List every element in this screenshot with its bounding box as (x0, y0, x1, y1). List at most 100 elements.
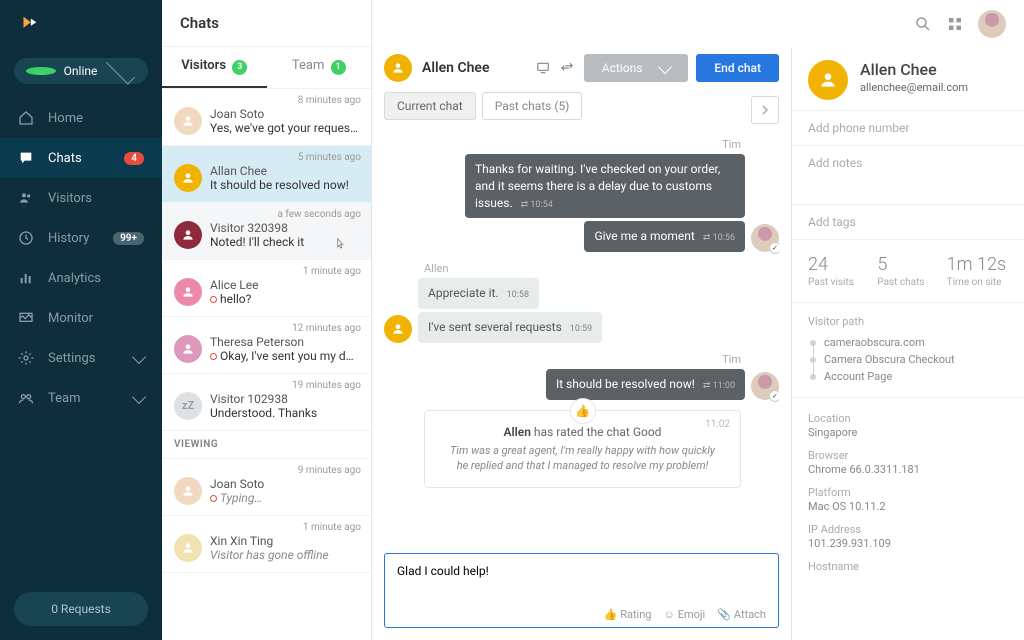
tab-team-count: 1 (331, 60, 346, 75)
attach-tool[interactable]: 📎 Attach (717, 608, 766, 621)
nav-home[interactable]: Home (0, 98, 162, 138)
agent-avatar: ✓ (751, 224, 779, 252)
chat-list-item[interactable]: 5 minutes agoAllan CheeIt should be reso… (162, 146, 371, 203)
apps-icon[interactable] (946, 15, 964, 33)
end-chat-button[interactable]: End chat (696, 54, 779, 82)
chevron-down-icon (106, 55, 135, 84)
tab-visitors-label: Visitors (181, 58, 226, 73)
phone-input[interactable]: Add phone number (792, 110, 1024, 145)
messages: TimThanks for waiting. I've checked on y… (384, 134, 779, 545)
nav-visitors[interactable]: Visitors (0, 178, 162, 218)
agent-avatar: ✓ (751, 372, 779, 400)
detail-row: PlatformMac OS 10.11.2 (808, 486, 1008, 513)
visitors-icon (18, 190, 34, 206)
chat-time: 5 minutes ago (298, 152, 361, 163)
tab-team[interactable]: Team 1 (267, 47, 372, 88)
analytics-icon (18, 270, 34, 286)
sidebar: Online HomeChats4 Visitors History99+ Analy… (0, 0, 162, 640)
stat: 5Past chats (877, 254, 938, 288)
message-time: 10:58 (507, 290, 529, 300)
detail-row: LocationSingapore (808, 412, 1008, 439)
chat-time: 1 minute ago (303, 522, 361, 533)
search-icon[interactable] (914, 15, 932, 33)
detail-key: Platform (808, 486, 1008, 499)
chat-list-item[interactable]: 19 minutes agozZVisitor 102938Understood… (162, 374, 371, 431)
chat-list: 8 minutes agoJoan SotoYes, we've got you… (162, 89, 371, 640)
detail-key: IP Address (808, 523, 1008, 536)
message-composer[interactable]: 👍 Rating ☺ Emoji 📎 Attach (384, 553, 779, 628)
chat-preview: Yes, we've got your request an… (210, 121, 359, 135)
emoji-tool[interactable]: ☺ Emoji (663, 608, 705, 621)
chat-tabs: Visitors 3 Team 1 (162, 47, 371, 89)
logo[interactable] (0, 0, 162, 50)
chat-preview: Okay, I've sent you my detai… (210, 349, 359, 363)
chevron-down-icon (132, 349, 146, 363)
status-selector[interactable]: Online (14, 58, 148, 84)
nav-monitor[interactable]: Monitor (0, 298, 162, 338)
nav-badge: 99+ (113, 232, 144, 245)
nav-history[interactable]: History99+ (0, 218, 162, 258)
rating-body: Tim was a great agent, I'm really happy … (443, 443, 722, 474)
expand-panel-button[interactable] (751, 96, 779, 124)
nav-label: Analytics (48, 271, 144, 286)
chat-name: Theresa Peterson (210, 335, 359, 349)
profile-avatar[interactable] (978, 10, 1006, 38)
tab-past-chats[interactable]: Past chats (5) (482, 92, 583, 120)
nav-chat[interactable]: Chats4 (0, 138, 162, 178)
chat-avatar (384, 54, 412, 82)
tab-visitors[interactable]: Visitors 3 (162, 47, 267, 88)
visitor-path-item[interactable]: Camera Obscura Checkout (808, 351, 1008, 368)
message-sender: Tim (384, 138, 779, 151)
nav-settings[interactable]: Settings (0, 338, 162, 378)
message-input[interactable] (397, 564, 766, 604)
chat-list-item[interactable]: 1 minute agoXin Xin TingVisitor has gone… (162, 516, 371, 573)
message-bubble: Give me a moment⇄ 10:56 (584, 221, 745, 252)
visitor-path-item[interactable]: cameraobscura.com (808, 334, 1008, 351)
visitor-path-item[interactable]: Account Page (808, 368, 1008, 385)
detail-value: Chrome 66.0.3311.181 (808, 463, 1008, 476)
chat-time: 1 minute ago (303, 266, 361, 277)
chat-name: Visitor 102938 (210, 392, 359, 406)
chat-name: Alice Lee (210, 278, 359, 292)
detail-value: Mac OS 10.11.2 (808, 500, 1008, 513)
message-line: Give me a moment⇄ 10:56✓ (384, 221, 779, 252)
visitor-avatar (384, 315, 412, 343)
chat-time: 9 minutes ago (298, 465, 361, 476)
actions-dropdown[interactable]: Actions (584, 54, 689, 82)
tags-input[interactable]: Add tags (792, 204, 1024, 239)
composer-tools: 👍 Rating ☺ Emoji 📎 Attach (397, 608, 766, 621)
stat-value: 1m 12s (947, 254, 1008, 275)
rating-time: 11:02 (705, 419, 730, 430)
visitor-info-header: Allen Chee allenchee@email.com (792, 48, 1024, 110)
message-bubble: It should be resolved now!⇄ 11:00 (546, 369, 745, 400)
tab-current-chat[interactable]: Current chat (384, 92, 476, 120)
visitor-email: allenchee@email.com (860, 81, 968, 94)
rating-tool[interactable]: 👍 Rating (603, 608, 651, 621)
chat-preview: Understood. Thanks (210, 406, 359, 420)
nav-analytics[interactable]: Analytics (0, 258, 162, 298)
nav-label: Team (48, 391, 120, 406)
chat-list-item[interactable]: 9 minutes agoJoan SotoTyping… (162, 459, 371, 516)
rating-card: 👍11:02Allen has rated the chat GoodTim w… (424, 410, 741, 489)
chat-preview: It should be resolved now! (210, 178, 359, 192)
notes-input[interactable]: Add notes (792, 145, 1024, 204)
stat-label: Past visits (808, 277, 869, 288)
chat-name: Xin Xin Ting (210, 534, 359, 548)
monitor-icon (18, 310, 34, 326)
chat-list-item[interactable]: a few seconds agoVisitor 320398Noted! I'… (162, 203, 371, 260)
chat-header: Allen Chee Actions End chat (384, 48, 779, 92)
nav-badge: 4 (124, 152, 144, 165)
team-icon (18, 390, 34, 406)
chat-list-panel: Chats Visitors 3 Team 1 8 minutes agoJoa… (162, 0, 372, 640)
chat-list-item[interactable]: 12 minutes agoTheresa PetersonOkay, I've… (162, 317, 371, 374)
chat-list-item[interactable]: 8 minutes agoJoan SotoYes, we've got you… (162, 89, 371, 146)
transfer-icon[interactable] (560, 61, 574, 75)
nav-team[interactable]: Team (0, 378, 162, 418)
visitor-avatar (808, 60, 848, 100)
chat-list-item[interactable]: 1 minute agoAlice Leehello? (162, 260, 371, 317)
monitor-icon[interactable] (536, 61, 550, 75)
stat: 24Past visits (808, 254, 869, 288)
requests-button[interactable]: 0 Requests (14, 592, 148, 626)
nav-label: Visitors (48, 191, 144, 206)
detail-row: Hostname (808, 560, 1008, 573)
